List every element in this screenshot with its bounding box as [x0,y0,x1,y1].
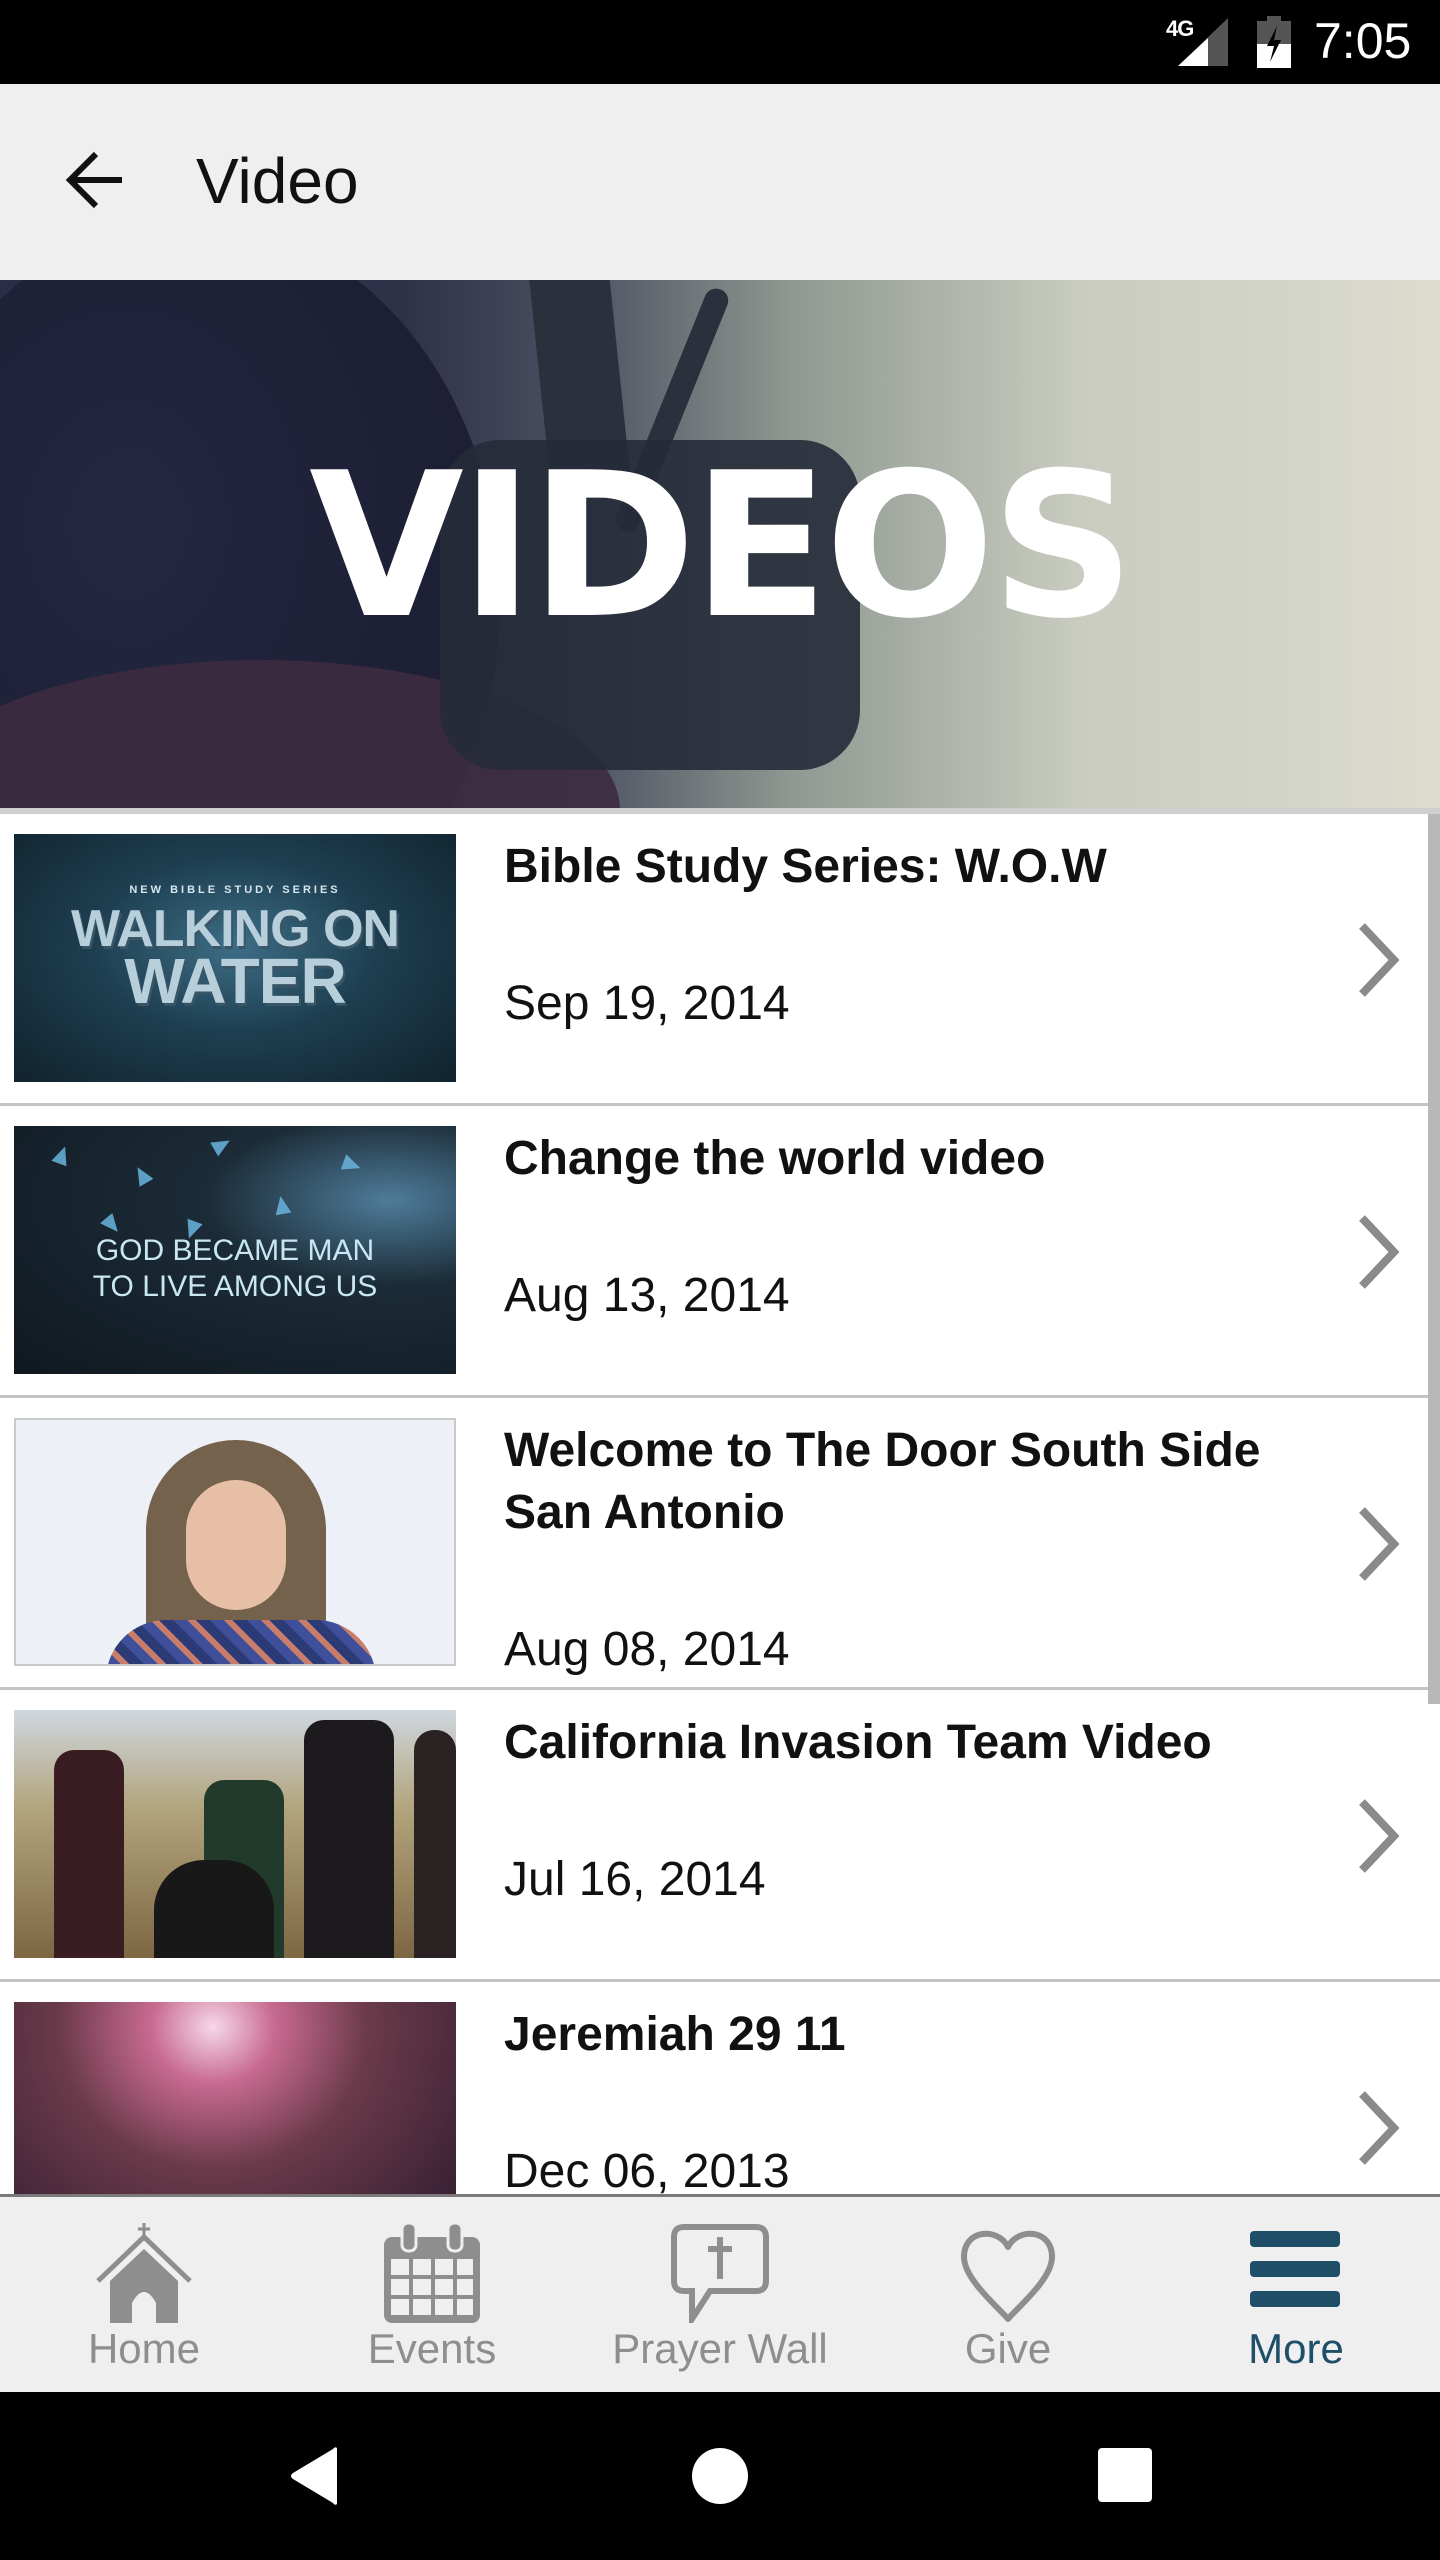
chevron-right-icon [1359,1507,1400,1581]
arrow-left-icon[interactable] [64,148,128,212]
thumbnail-kicker: NEW BIBLE STUDY SERIES [129,884,341,896]
video-title: Bible Study Series: W.O.W [504,840,1107,893]
video-date: Sep 19, 2014 [504,977,790,1030]
video-date: Aug 13, 2014 [504,1269,790,1322]
status-bar: 4G 7:05 [0,0,1440,84]
video-row[interactable]: NEW BIBLE STUDY SERIES WALKING ON WATER … [0,814,1440,1106]
nav-item-give[interactable]: Give [864,2197,1152,2395]
page-title: Video [196,145,359,217]
nav-item-more[interactable]: More [1152,2197,1440,2395]
thumbnail-line2: TO LIVE AMONG US [92,1270,378,1303]
nav-label: More [1248,2325,1344,2372]
video-thumbnail: NEW BIBLE STUDY SERIES WALKING ON WATER [14,834,456,1082]
prayer-bubble-icon [671,2224,769,2323]
nav-item-events[interactable]: Events [288,2197,576,2395]
video-title: Welcome to The Door South Side San Anton… [504,1424,1261,1539]
banner-title: VIDEOS [309,430,1135,663]
thumbnail-line2: WATER [124,945,346,1017]
system-nav-bar [0,2392,1440,2560]
video-title: Jeremiah 29 11 [504,2008,846,2061]
video-title: Change the world video [504,1132,1046,1185]
nav-label: Prayer Wall [612,2325,828,2372]
list-scrollbar[interactable] [1428,814,1440,1704]
bottom-nav: Home Events Prayer Wall Give More [0,2194,1440,2392]
video-thumbnail [14,1418,456,1666]
thumbnail-line1: GOD BECAME MAN [95,1234,375,1267]
nav-item-home[interactable]: Home [0,2197,288,2395]
thumbnail-person-shirt [106,1620,376,1664]
video-thumbnail: GOD BECAME MAN TO LIVE AMONG US [14,1126,456,1374]
video-row[interactable]: Welcome to The Door South Side San Anton… [0,1398,1440,1690]
video-date: Dec 06, 2013 [504,2145,790,2194]
chevron-right-icon [1359,1799,1400,1873]
video-date: Jul 16, 2014 [504,1853,766,1906]
video-list[interactable]: NEW BIBLE STUDY SERIES WALKING ON WATER … [0,814,1440,2194]
thumbnail-person-face [186,1480,286,1610]
battery-charging-icon [1257,16,1291,68]
heart-icon [961,2230,1055,2322]
video-row[interactable]: California Invasion Team Video Jul 16, 2… [0,1690,1440,1982]
nav-label: Give [964,2325,1052,2372]
church-icon [96,2223,192,2323]
chevron-right-icon [1359,2091,1400,2165]
video-thumbnail [14,1710,456,1958]
chevron-right-icon [1359,1215,1400,1289]
signal-icon [1178,18,1228,66]
calendar-icon [384,2223,480,2323]
video-title: California Invasion Team Video [504,1716,1212,1769]
system-recents-icon[interactable] [1096,2446,1156,2506]
system-home-icon[interactable] [690,2446,750,2506]
app-bar: Video [0,84,1440,280]
nav-item-prayer-wall[interactable]: Prayer Wall [576,2197,864,2395]
menu-icon [1250,2231,1340,2307]
clock: 7:05 [1314,13,1412,69]
chevron-right-icon [1359,923,1400,997]
videos-banner: VIDEOS [0,280,1440,814]
system-back-icon[interactable] [285,2446,345,2506]
video-date: Aug 08, 2014 [504,1623,790,1676]
video-row[interactable]: GOD BECAME MAN TO LIVE AMONG US Change t… [0,1106,1440,1398]
video-thumbnail [14,2002,456,2194]
nav-label: Home [87,2325,201,2372]
nav-label: Events [367,2325,497,2372]
video-row[interactable]: Jeremiah 29 11 Dec 06, 2013 [0,1982,1440,2194]
